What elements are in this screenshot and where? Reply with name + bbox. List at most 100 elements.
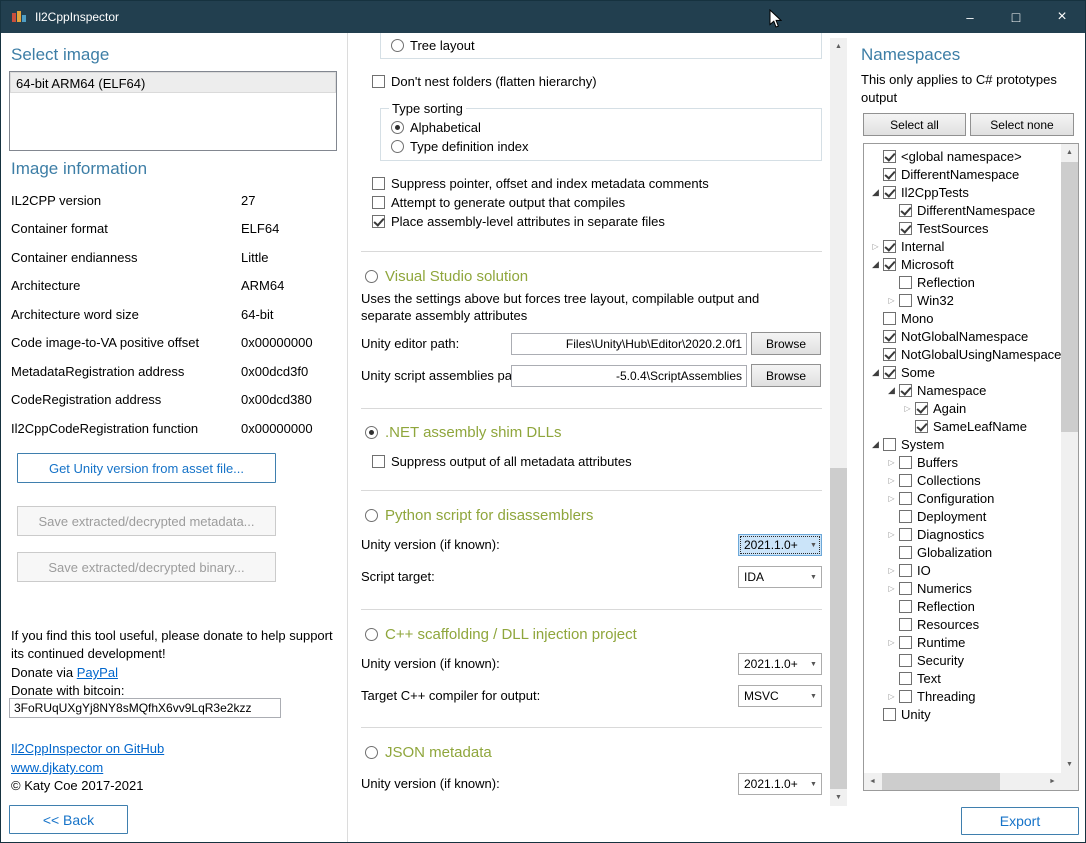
tree-item-il2cpptests[interactable]: ◢Il2CppTests	[864, 183, 1061, 201]
checkbox-suppress-metadata-attributes[interactable]: Suppress output of all metadata attribut…	[372, 454, 632, 468]
tree-checkbox[interactable]	[883, 168, 896, 181]
tree-checkbox[interactable]	[883, 240, 896, 253]
tree-item-io[interactable]: ▷IO	[864, 561, 1061, 579]
tree-expander-icon[interactable]: ▷	[884, 584, 899, 593]
save-metadata-button[interactable]: Save extracted/decrypted metadata...	[17, 506, 276, 536]
radio-type-definition-index[interactable]: Type definition index	[391, 139, 821, 153]
tree-horizontal-scrollbar[interactable]: ◄ ►	[864, 773, 1061, 790]
radio-alphabetical[interactable]: Alphabetical	[391, 120, 821, 134]
tree-checkbox[interactable]	[899, 528, 912, 541]
tree-item-again[interactable]: ▷Again	[864, 399, 1061, 417]
scroll-up-arrow-icon[interactable]: ▲	[1061, 144, 1078, 161]
tree-item-notglobalusingnamespace[interactable]: NotGlobalUsingNamespace	[864, 345, 1061, 363]
radio-json-metadata[interactable]: JSON metadata	[365, 742, 492, 762]
back-button[interactable]: << Back	[9, 805, 128, 834]
tree-checkbox[interactable]	[899, 384, 912, 397]
tree-item-buffers[interactable]: ▷Buffers	[864, 453, 1061, 471]
tree-checkbox[interactable]	[899, 582, 912, 595]
tree-item-diagnostics[interactable]: ▷Diagnostics	[864, 525, 1061, 543]
image-listbox[interactable]: 64-bit ARM64 (ELF64)	[9, 71, 337, 151]
tree-item-testsources[interactable]: TestSources	[864, 219, 1061, 237]
github-link[interactable]: Il2CppInspector on GitHub	[11, 740, 164, 758]
scrollbar-thumb[interactable]	[882, 773, 1000, 790]
select-none-button[interactable]: Select none	[970, 113, 1074, 136]
tree-item-threading[interactable]: ▷Threading	[864, 687, 1061, 705]
tree-checkbox[interactable]	[883, 186, 896, 199]
tree-checkbox[interactable]	[899, 492, 912, 505]
tree-checkbox[interactable]	[883, 438, 896, 451]
get-unity-version-button[interactable]: Get Unity version from asset file...	[17, 453, 276, 483]
unity-script-assemblies-input[interactable]	[511, 365, 747, 387]
tree-checkbox[interactable]	[899, 204, 912, 217]
tree-vertical-scrollbar[interactable]: ▲ ▼	[1061, 144, 1078, 773]
tree-checkbox[interactable]	[883, 330, 896, 343]
tree-expander-icon[interactable]: ◢	[884, 385, 899, 396]
browse-script-assemblies-button[interactable]: Browse	[751, 364, 821, 387]
tree-expander-icon[interactable]: ◢	[868, 259, 883, 270]
tree-item-global-namespace[interactable]: <global namespace>	[864, 147, 1061, 165]
scroll-down-arrow-icon[interactable]: ▼	[1061, 756, 1078, 773]
tree-item-system[interactable]: ◢System	[864, 435, 1061, 453]
tree-expander-icon[interactable]: ▷	[884, 638, 899, 647]
tree-checkbox[interactable]	[899, 600, 912, 613]
tree-checkbox[interactable]	[899, 690, 912, 703]
tree-expander-icon[interactable]: ▷	[884, 494, 899, 503]
tree-expander-icon[interactable]: ▷	[884, 458, 899, 467]
unity-editor-path-input[interactable]	[511, 333, 747, 355]
tree-expander-icon[interactable]: ▷	[884, 476, 899, 485]
tree-expander-icon[interactable]: ▷	[884, 566, 899, 575]
tree-item-deployment[interactable]: Deployment	[864, 507, 1061, 525]
radio-tree-layout[interactable]: Tree layout	[391, 38, 475, 52]
tree-item-differentnamespace[interactable]: DifferentNamespace	[864, 201, 1061, 219]
tree-expander-icon[interactable]: ◢	[868, 439, 883, 450]
tree-item-differentnamespace[interactable]: DifferentNamespace	[864, 165, 1061, 183]
tree-item-numerics[interactable]: ▷Numerics	[864, 579, 1061, 597]
tree-checkbox[interactable]	[883, 708, 896, 721]
tree-checkbox[interactable]	[883, 312, 896, 325]
maximize-button[interactable]: □	[993, 1, 1039, 33]
image-list-item[interactable]: 64-bit ARM64 (ELF64)	[10, 72, 336, 93]
close-button[interactable]: ×	[1039, 1, 1085, 33]
tree-item-reflection[interactable]: Reflection	[864, 597, 1061, 615]
tree-checkbox[interactable]	[899, 474, 912, 487]
options-vertical-scrollbar[interactable]: ▲ ▼	[830, 38, 847, 806]
tree-item-configuration[interactable]: ▷Configuration	[864, 489, 1061, 507]
tree-item-internal[interactable]: ▷Internal	[864, 237, 1061, 255]
select-all-button[interactable]: Select all	[863, 113, 966, 136]
tree-checkbox[interactable]	[915, 420, 928, 433]
tree-expander-icon[interactable]: ▷	[884, 692, 899, 701]
tree-expander-icon[interactable]: ▷	[900, 404, 915, 413]
tree-checkbox[interactable]	[883, 258, 896, 271]
tree-checkbox[interactable]	[899, 636, 912, 649]
tree-expander-icon[interactable]: ▷	[868, 242, 883, 251]
tree-expander-icon[interactable]: ▷	[884, 296, 899, 305]
scroll-right-arrow-icon[interactable]: ►	[1044, 773, 1061, 790]
scroll-up-arrow-icon[interactable]: ▲	[830, 38, 847, 55]
python-script-target-select[interactable]: IDA ▼	[738, 566, 822, 588]
radio-visual-studio-solution[interactable]: Visual Studio solution	[365, 266, 528, 286]
tree-checkbox[interactable]	[899, 456, 912, 469]
export-button[interactable]: Export	[961, 807, 1079, 835]
python-unity-version-select[interactable]: 2021.1.0+ ▼	[738, 534, 822, 556]
tree-checkbox[interactable]	[899, 618, 912, 631]
tree-item-some[interactable]: ◢Some	[864, 363, 1061, 381]
checkbox-flatten-hierarchy[interactable]: Don't nest folders (flatten hierarchy)	[372, 74, 597, 88]
cpp-unity-version-select[interactable]: 2021.1.0+ ▼	[738, 653, 822, 675]
bitcoin-address-input[interactable]	[9, 698, 281, 718]
tree-checkbox[interactable]	[899, 222, 912, 235]
tree-checkbox[interactable]	[883, 348, 896, 361]
tree-checkbox[interactable]	[899, 672, 912, 685]
radio-net-assembly-shim-dlls[interactable]: .NET assembly shim DLLs	[365, 422, 561, 442]
tree-item-text[interactable]: Text	[864, 669, 1061, 687]
scrollbar-thumb[interactable]	[830, 468, 847, 789]
browse-unity-editor-path-button[interactable]: Browse	[751, 332, 821, 355]
checkbox-attempt-to-generate-output-that-compiles[interactable]: Attempt to generate output that compiles	[372, 195, 709, 209]
tree-item-runtime[interactable]: ▷Runtime	[864, 633, 1061, 651]
tree-expander-icon[interactable]: ◢	[868, 367, 883, 378]
tree-item-collections[interactable]: ▷Collections	[864, 471, 1061, 489]
website-link[interactable]: www.djkaty.com	[11, 759, 103, 777]
scroll-down-arrow-icon[interactable]: ▼	[830, 789, 847, 806]
scrollbar-thumb[interactable]	[1061, 162, 1078, 432]
scroll-left-arrow-icon[interactable]: ◄	[864, 773, 881, 790]
tree-item-unity[interactable]: Unity	[864, 705, 1061, 723]
